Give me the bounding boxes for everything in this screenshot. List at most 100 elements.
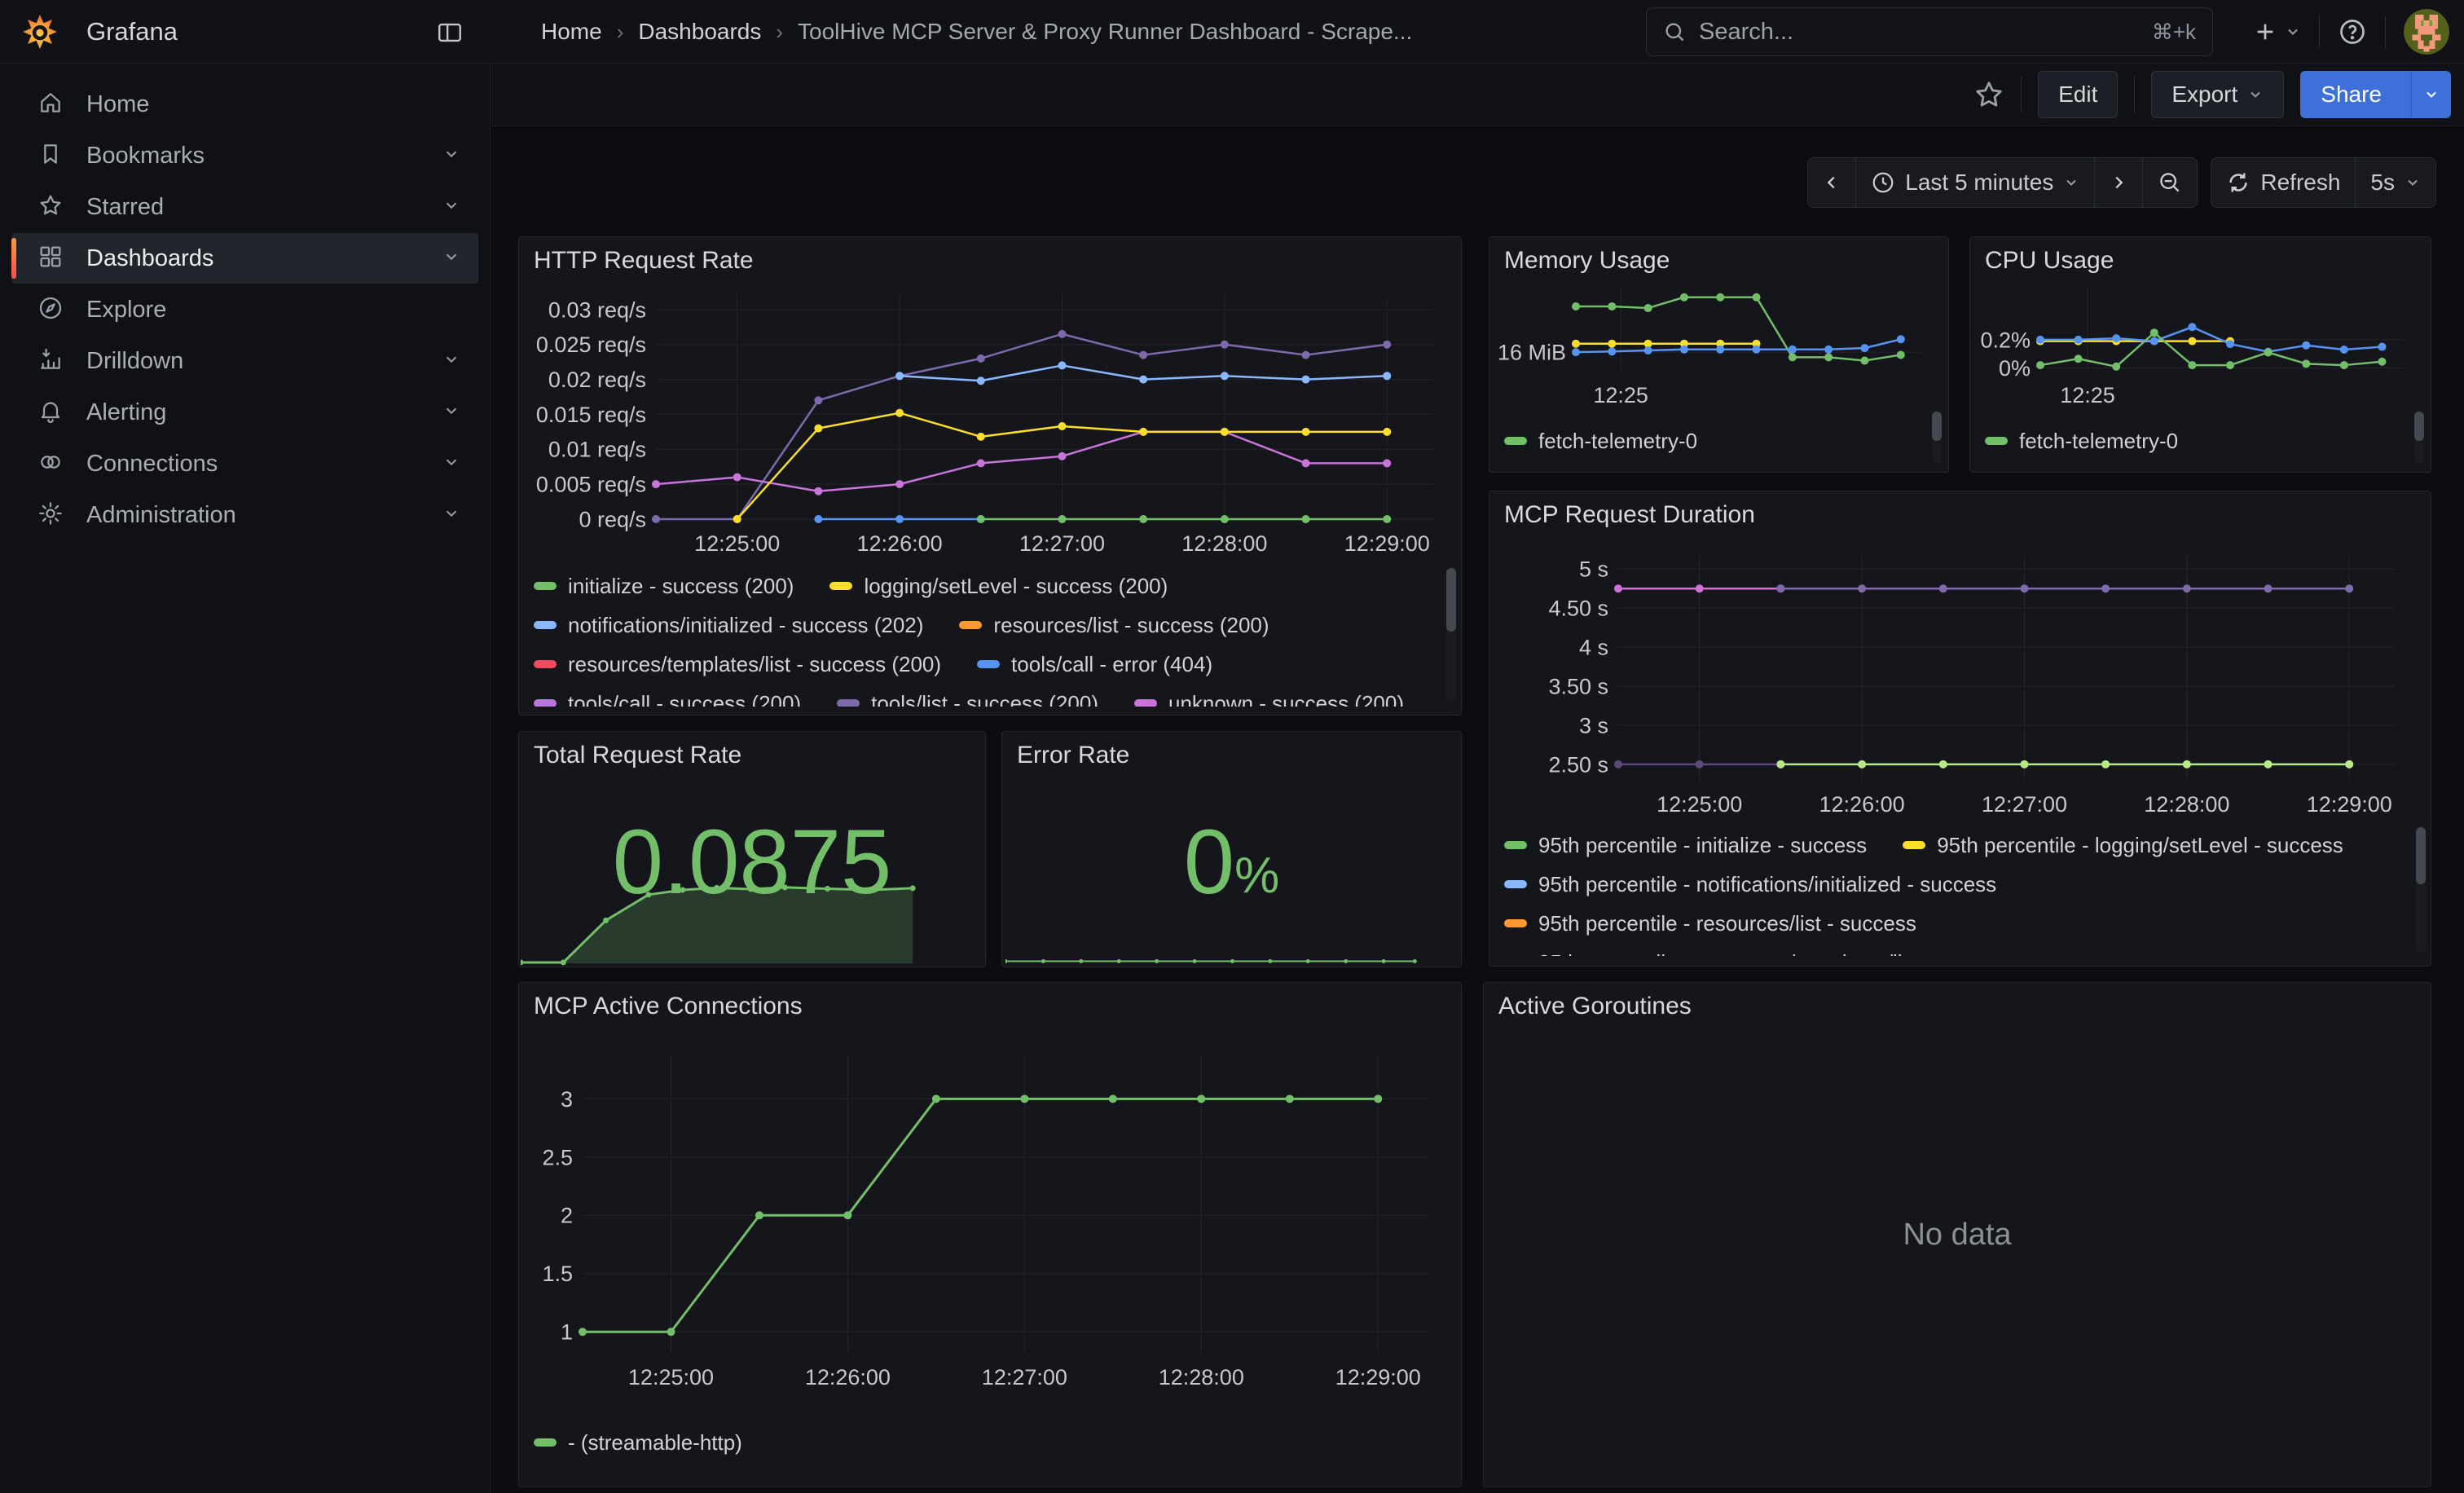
sidebar-item-starred[interactable]: Starred — [11, 182, 478, 232]
avatar[interactable] — [2404, 9, 2449, 55]
legend-color-pill — [534, 660, 557, 668]
legend-item[interactable]: fetch-telemetry-0 — [1504, 429, 1697, 454]
edit-button[interactable]: Edit — [2038, 71, 2118, 118]
total-request-rate-value: 0.0875 — [519, 732, 985, 967]
sidebar-nav: HomeBookmarksStarredDashboardsExplore Dri… — [0, 78, 490, 541]
svg-text:12:28:00: 12:28:00 — [1181, 531, 1267, 556]
legend-scrollbar[interactable] — [1446, 566, 1456, 702]
legend-label: 95th percentile - resources/list - succe… — [1538, 911, 1916, 936]
legend-item[interactable]: resources/list - success (200) — [959, 613, 1269, 638]
legend-item[interactable]: resources/templates/list - success (200) — [534, 652, 941, 677]
legend-scrollbar[interactable] — [2414, 410, 2424, 464]
top-header: Grafana Home›Dashboards›ToolHive MCP Ser… — [0, 0, 2464, 64]
panel-title: CPU Usage — [1985, 247, 2114, 275]
legend-color-pill — [534, 1438, 557, 1447]
time-back-button[interactable] — [1808, 158, 1855, 207]
legend-item[interactable]: 95th percentile - initialize - success — [1504, 833, 1867, 858]
svg-text:12:25:00: 12:25:00 — [628, 1365, 714, 1390]
refresh-button[interactable]: Refresh — [2211, 158, 2355, 207]
legend-item[interactable]: 95th percentile - resources/templates/li… — [1504, 950, 2014, 957]
divider — [2319, 15, 2320, 48]
legend-item[interactable]: 95th percentile - notifications/initiali… — [1504, 872, 1996, 897]
panel-error-rate[interactable]: Error Rate 0% — [1001, 731, 1462, 967]
panel-memory-usage[interactable]: Memory Usage 16 MiB12:25 fetch-telemetry… — [1489, 236, 1949, 473]
panel-cpu-usage[interactable]: CPU Usage 0.2%0%12:25 fetch-telemetry-0 — [1969, 236, 2431, 473]
legend-color-pill — [1504, 437, 1527, 445]
duration-legend: 95th percentile - initialize - success 95… — [1504, 826, 2406, 956]
legend-item[interactable]: tools/call - error (404) — [977, 652, 1212, 677]
search-input[interactable]: Search... ⌘+k — [1646, 7, 2213, 56]
chevron-down-icon[interactable] — [442, 196, 460, 218]
share-menu-caret[interactable] — [2411, 72, 2450, 117]
time-forward-button[interactable] — [2094, 158, 2142, 207]
sidebar-item-drilldown[interactable]: Drilldown — [11, 336, 478, 386]
favorite-star-icon[interactable] — [1973, 79, 2004, 110]
sidebar-toggle-icon[interactable] — [435, 18, 464, 47]
svg-text:2: 2 — [561, 1204, 573, 1228]
sidebar-item-label: Administration — [86, 502, 420, 529]
chevron-down-icon[interactable] — [442, 504, 460, 526]
sidebar-item-explore[interactable]: Explore — [11, 284, 478, 335]
sidebar-item-bookmarks[interactable]: Bookmarks — [11, 130, 478, 181]
sidebar-item-home[interactable]: Home — [11, 79, 478, 130]
panel-mcp-active-connections[interactable]: MCP Active Connections 32.521.5112:25:00… — [518, 982, 1462, 1487]
search-shortcut: ⌘+k — [2152, 20, 2196, 45]
chevron-down-icon — [2063, 174, 2079, 191]
legend-label: 95th percentile - logging/setLevel - suc… — [1937, 833, 2343, 858]
sidebar-item-dashboards[interactable]: Dashboards — [11, 233, 478, 284]
breadcrumb-separator: › — [617, 20, 624, 45]
legend-item[interactable]: fetch-telemetry-0 — [1985, 429, 2178, 454]
svg-text:0 req/s: 0 req/s — [579, 507, 646, 531]
panel-active-goroutines[interactable]: Active Goroutines No data — [1483, 982, 2431, 1487]
legend-scrollbar[interactable] — [1932, 410, 1942, 464]
legend-color-pill — [534, 582, 557, 590]
time-range-picker[interactable]: Last 5 minutes — [1855, 158, 2094, 207]
svg-text:5 s: 5 s — [1579, 557, 1608, 582]
legend-item[interactable]: initialize - success (200) — [534, 574, 794, 599]
chevron-down-icon[interactable] — [442, 350, 460, 372]
chevron-down-icon[interactable] — [442, 145, 460, 167]
help-icon[interactable] — [2338, 17, 2367, 46]
legend-item[interactable]: unknown - success (200) — [1134, 691, 1404, 707]
svg-text:12:25:00: 12:25:00 — [1657, 792, 1742, 817]
home-icon — [37, 90, 64, 120]
svg-text:12:28:00: 12:28:00 — [1159, 1365, 1244, 1390]
mcp-request-duration-chart: 5 s4.50 s4 s3.50 s3 s2.50 s12:25:0012:26… — [1496, 537, 2420, 822]
legend-scrollbar[interactable] — [2416, 826, 2426, 953]
zoom-out-button[interactable] — [2142, 158, 2197, 207]
svg-text:0.015 req/s: 0.015 req/s — [536, 403, 646, 427]
sidebar-item-administration[interactable]: Administration — [11, 490, 478, 540]
svg-text:0.01 req/s: 0.01 req/s — [548, 438, 646, 462]
legend-item[interactable]: notifications/initialized - success (202… — [534, 613, 923, 638]
panel-http-request-rate[interactable]: HTTP Request Rate 0.03 req/s0.025 req/s0… — [518, 236, 1462, 716]
legend-item[interactable]: - (streamable-http) — [534, 1430, 742, 1456]
panel-total-request-rate[interactable]: Total Request Rate 0.0875 — [518, 731, 986, 967]
chevron-down-icon[interactable] — [442, 453, 460, 475]
sidebar-item-connections[interactable]: Connections — [11, 438, 478, 489]
legend-color-pill — [837, 699, 860, 707]
refresh-icon — [2226, 170, 2251, 195]
sidebar-item-label: Drilldown — [86, 348, 420, 375]
chevron-down-icon[interactable] — [442, 402, 460, 424]
breadcrumb-item[interactable]: Dashboards — [638, 19, 761, 45]
cpu-legend: fetch-telemetry-0 — [1985, 421, 2398, 460]
legend-item[interactable]: tools/call - success (200) — [534, 691, 801, 707]
add-button[interactable] — [2252, 19, 2301, 45]
legend-item[interactable]: logging/setLevel - success (200) — [829, 574, 1168, 599]
share-button[interactable]: Share — [2300, 71, 2451, 118]
refresh-interval-picker[interactable]: 5s — [2355, 158, 2435, 207]
http-legend: initialize - success (200) logging/setLev… — [534, 566, 1437, 707]
legend-item[interactable]: tools/list - success (200) — [837, 691, 1098, 707]
chevron-down-icon[interactable] — [442, 248, 460, 270]
legend-item[interactable]: 95th percentile - logging/setLevel - suc… — [1903, 833, 2343, 858]
sidebar-item-alerting[interactable]: Alerting — [11, 387, 478, 438]
brand: Grafana — [21, 13, 178, 51]
svg-text:0.02 req/s: 0.02 req/s — [548, 368, 646, 392]
legend-item[interactable]: 95th percentile - resources/list - succe… — [1504, 911, 1916, 936]
export-button[interactable]: Export — [2151, 71, 2284, 118]
svg-text:12:28:00: 12:28:00 — [2144, 792, 2229, 817]
svg-text:12:25: 12:25 — [1593, 383, 1648, 407]
breadcrumb-item[interactable]: Home — [541, 19, 602, 45]
panel-mcp-request-duration[interactable]: MCP Request Duration 5 s4.50 s4 s3.50 s3… — [1489, 491, 2431, 967]
svg-text:16 MiB: 16 MiB — [1498, 341, 1566, 365]
